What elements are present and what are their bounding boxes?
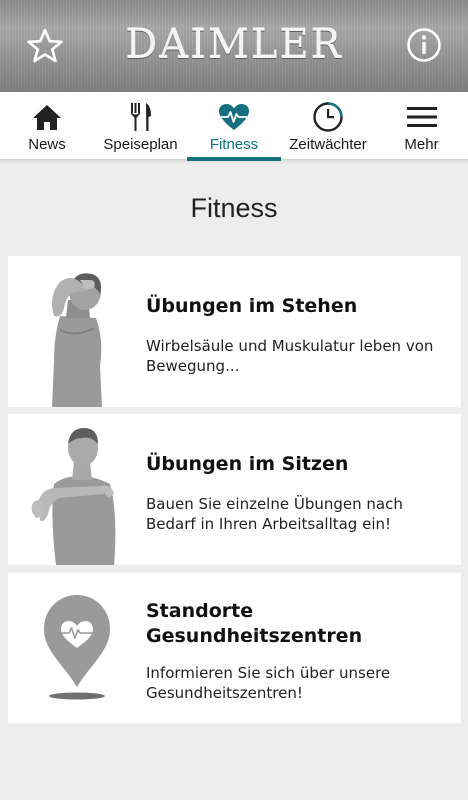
- card-title: Übungen im Sitzen: [146, 453, 349, 475]
- hamburger-menu-icon: [405, 102, 439, 132]
- card-description: Bauen Sie einzelne Übungen nach Bedarf i…: [146, 495, 403, 533]
- cutlery-icon: [124, 102, 158, 132]
- tab-mehr[interactable]: Mehr: [375, 92, 468, 160]
- heart-pulse-icon: [217, 102, 251, 132]
- page-title: Fitness: [190, 193, 278, 223]
- card-description: Informieren Sie sich über unsere Gesundh…: [146, 664, 391, 702]
- standing-stretch-figure: [52, 273, 102, 407]
- tab-label: Zeitwächter: [289, 136, 367, 153]
- card-standorte-gesundheitszentren[interactable]: Standorte Gesundheitszentren Informieren…: [8, 573, 461, 723]
- daimler-logo: DAIMLER: [125, 22, 343, 68]
- heart-location-pin-icon: [44, 595, 110, 700]
- card-description: Wirbelsäule und Muskulatur leben von Bew…: [146, 337, 434, 375]
- main-tab-bar: News Speiseplan Fitness Zeitwächter Mehr: [0, 92, 468, 161]
- tab-news[interactable]: News: [0, 92, 94, 160]
- tab-label: Mehr: [404, 136, 439, 153]
- stopwatch-icon: [311, 102, 345, 132]
- seated-stretch-figure: [31, 428, 116, 565]
- tab-zeitwaechter[interactable]: Zeitwächter: [281, 92, 375, 160]
- card-title: Standorte Gesundheitszentren: [146, 600, 363, 647]
- card-uebungen-stehen[interactable]: Übungen im Stehen Wirbelsäule und Muskul…: [8, 256, 461, 407]
- card-title: Übungen im Stehen: [146, 295, 358, 317]
- tab-fitness[interactable]: Fitness: [187, 92, 281, 161]
- app-header: DAIMLER: [0, 0, 468, 92]
- tab-label: News: [28, 136, 66, 153]
- tab-label: Speiseplan: [103, 136, 178, 153]
- tab-label: Fitness: [209, 136, 259, 153]
- card-uebungen-sitzen[interactable]: Übungen im Sitzen Bauen Sie einzelne Übu…: [8, 414, 461, 565]
- house-icon: [30, 102, 64, 132]
- tab-speiseplan[interactable]: Speiseplan: [94, 92, 187, 160]
- info-circle-icon[interactable]: [406, 27, 442, 63]
